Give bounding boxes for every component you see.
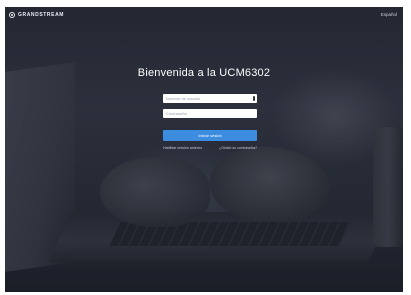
password-input[interactable] — [163, 109, 257, 118]
username-input[interactable] — [163, 94, 257, 103]
enable-previous-version-link[interactable]: Habilitar versión anterior — [163, 146, 202, 150]
language-selector[interactable]: Español — [381, 12, 397, 17]
login-button[interactable]: Iniciar sesión — [163, 130, 257, 141]
grandstream-logo-icon — [9, 12, 15, 18]
page-title: Bienvenida a la UCM6302 — [137, 67, 271, 79]
password-field[interactable] — [163, 109, 257, 118]
user-icon — [253, 96, 255, 101]
forgot-password-link[interactable]: ¿Olvidó su contraseña? — [219, 146, 257, 150]
login-page: GRANDSTREAM Español Bienvenida a la UCM6… — [5, 7, 403, 292]
brand-logo: GRANDSTREAM — [9, 12, 64, 18]
background-overlay — [5, 7, 403, 292]
username-field[interactable] — [163, 94, 257, 103]
brand-name: GRANDSTREAM — [18, 12, 65, 18]
